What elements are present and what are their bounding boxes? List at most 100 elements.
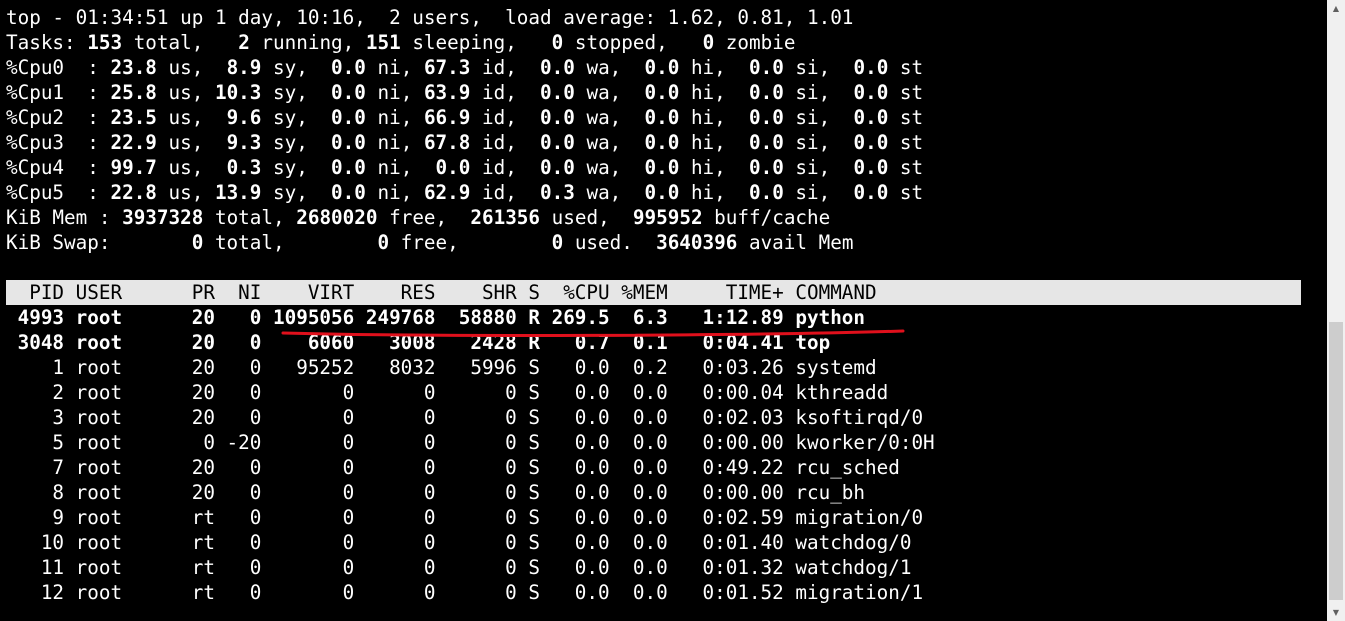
cpu-ni-label: ni, [365,106,424,129]
cpu-sy-value: 0.3 [214,156,262,179]
red-annotation-underline [281,329,905,337]
cpu-sy-value: 10.3 [214,81,262,104]
cpu-id-label: id, [470,56,529,79]
cpu-ni-value: 0.0 [319,106,366,129]
tasks-label: Tasks: [6,31,76,54]
cpu-st-label: st [888,131,924,154]
cpu-hi-label: hi, [679,131,738,154]
cpu-ni-label: ni, [365,131,424,154]
triangle-up-icon[interactable]: ▲ [1327,0,1345,17]
process-row: 12 root rt 0 0 0 0 S 0.0 0.0 0:01.52 mig… [6,581,924,604]
cpu-hi-label: hi, [679,181,738,204]
triangle-down-icon[interactable]: ▼ [1327,604,1345,621]
cpu-wa-value: 0.0 [528,131,575,154]
tasks-running-label: running, [249,31,366,54]
mem-buff-label: buff/cache [702,206,831,229]
scrollbar-thumb[interactable] [1329,322,1343,600]
cpu-sy-value: 9.3 [214,131,262,154]
cpu-wa-value: 0.3 [528,181,575,204]
cpu-id-value: 67.3 [423,56,471,79]
process-table-header-text: PID USER PR NI VIRT RES SHR S %CPU %MEM … [6,281,877,304]
cpu-ni-label: ni, [365,56,424,79]
cpu-us-label: us, [156,81,215,104]
cpu-st-value: 0.0 [841,106,889,129]
cpu-st-value: 0.0 [841,181,889,204]
cpu-us-value: 22.9 [110,131,157,154]
cpu-ni-label: ni, [365,156,424,179]
cpu-st-label: st [888,181,924,204]
cpu-si-label: si, [783,156,842,179]
cpu-ni-value: 0.0 [319,156,366,179]
tasks-line: Tasks: 153 total, 2 running, 151 sleepin… [6,30,795,55]
cpu-si-value: 0.0 [737,106,784,129]
cpu-label: %Cpu1 : [6,81,111,104]
cpu-hi-label: hi, [679,156,738,179]
tasks-zombie-label: zombie [714,31,796,54]
process-row: 5 root 0 -20 0 0 0 S 0.0 0.0 0:00.00 kwo… [6,431,935,454]
cpu-id-value: 0.0 [423,156,471,179]
cpu-hi-label: hi, [679,81,738,104]
cpu-wa-label: wa, [574,106,633,129]
cpu-us-label: us, [156,181,215,204]
process-table-header: PID USER PR NI VIRT RES SHR S %CPU %MEM … [6,280,1301,305]
cpu-ni-value: 0.0 [319,56,366,79]
cpu-st-value: 0.0 [841,131,889,154]
cpu-si-value: 0.0 [737,56,784,79]
cpu-si-value: 0.0 [737,181,784,204]
terminal-window[interactable]: top - 01:34:51 up 1 day, 10:16, 2 users,… [0,0,1327,621]
swap-total: 0 [191,231,204,254]
cpu-label: %Cpu5 : [6,181,111,204]
cpu-hi-label: hi, [679,106,738,129]
cpu-sy-value: 9.6 [214,106,262,129]
cpu-si-label: si, [783,56,842,79]
swap-line: KiB Swap: 0 total, 0 free, 0 used. 36403… [6,230,853,255]
uptime-line: top - 01:34:51 up 1 day, 10:16, 2 users,… [6,6,854,29]
cpu-wa-label: wa, [574,156,633,179]
swap-avail-label: avail Mem [737,231,854,254]
vertical-scrollbar[interactable]: ▲ ▼ [1327,0,1345,621]
swap-label: KiB Swap: [6,231,192,254]
cpu-si-label: si, [783,181,842,204]
cpu-id-value: 62.9 [423,181,471,204]
cpu-us-value: 99.7 [110,156,157,179]
swap-used-label: used. [563,231,657,254]
cpu-id-label: id, [470,181,529,204]
cpu-id-label: id, [470,81,529,104]
process-row: 9 root rt 0 0 0 0 S 0.0 0.0 0:02.59 migr… [6,506,924,529]
cpu-line: %Cpu3 : 22.9 us, 9.3 sy, 0.0 ni, 67.8 id… [6,130,923,155]
process-row: 1 root 20 0 95252 8032 5996 S 0.0 0.2 0:… [6,356,877,379]
tasks-total-label: total, [122,31,239,54]
cpu-si-value: 0.0 [737,156,784,179]
cpu-st-value: 0.0 [841,156,889,179]
cpu-wa-value: 0.0 [528,106,575,129]
process-row: 10 root rt 0 0 0 0 S 0.0 0.0 0:01.40 wat… [6,531,912,554]
cpu-wa-label: wa, [574,131,633,154]
cpu-si-label: si, [783,131,842,154]
process-row: 7 root 20 0 0 0 0 S 0.0 0.0 0:49.22 rcu_… [6,456,900,479]
tasks-stopped-label: stopped, [563,31,703,54]
cpu-ni-label: ni, [365,181,424,204]
cpu-us-label: us, [156,156,215,179]
tasks-sleeping: 151 [365,31,401,54]
cpu-us-value: 25.8 [110,81,157,104]
cpu-sy-label: sy, [261,181,320,204]
tasks-running: 2 [238,31,250,54]
cpu-sy-label: sy, [261,56,320,79]
cpu-ni-label: ni, [365,81,424,104]
process-row: 3 root 20 0 0 0 0 S 0.0 0.0 0:02.03 ksof… [6,406,924,429]
cpu-us-value: 23.5 [110,106,157,129]
cpu-us-value: 22.8 [110,181,157,204]
cpu-sy-label: sy, [261,156,320,179]
cpu-id-value: 66.9 [423,106,471,129]
cpu-si-value: 0.0 [737,81,784,104]
swap-avail: 3640396 [656,231,738,254]
cpu-hi-value: 0.0 [632,106,680,129]
cpu-line: %Cpu0 : 23.8 us, 8.9 sy, 0.0 ni, 67.3 id… [6,55,923,80]
cpu-ni-value: 0.0 [319,131,366,154]
cpu-id-label: id, [470,131,529,154]
cpu-us-label: us, [156,131,215,154]
cpu-wa-label: wa, [574,56,633,79]
cpu-id-value: 63.9 [423,81,471,104]
tasks-total: 153 [87,31,123,54]
cpu-ni-value: 0.0 [319,81,366,104]
